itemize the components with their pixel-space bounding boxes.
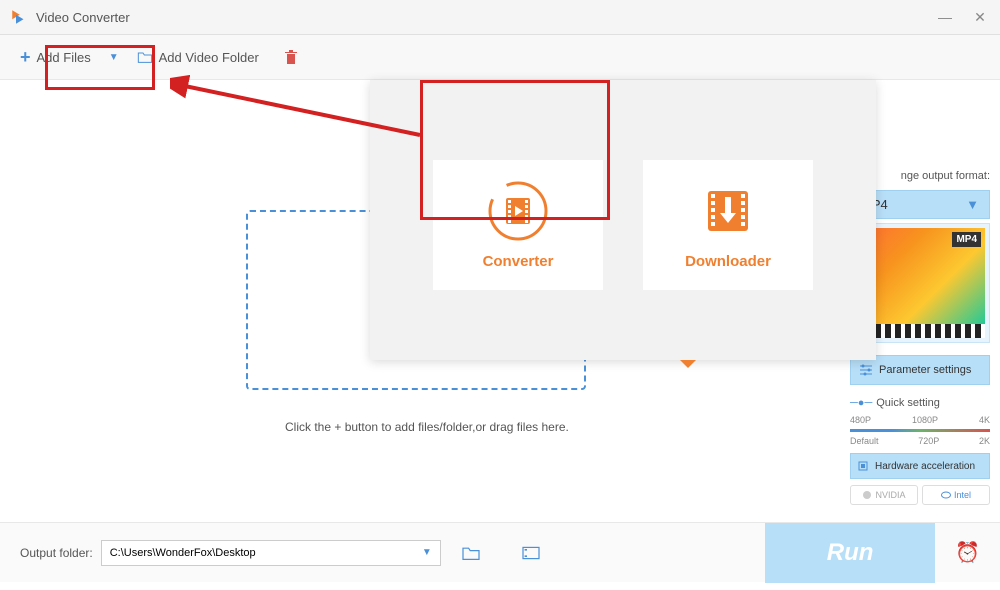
converter-icon (488, 181, 548, 241)
window-controls: — ✕ (935, 7, 990, 27)
nvidia-icon (862, 490, 872, 500)
gpu-row: NVIDIA Intel (850, 485, 990, 505)
quick-setting-label: Quick setting (876, 397, 940, 409)
chevron-down-icon: ▼ (422, 547, 432, 558)
module-picker-overlay: Converter Downloader (370, 80, 876, 360)
open-folder-icon[interactable] (461, 545, 481, 561)
app-title: Video Converter (36, 10, 130, 25)
quick-dot-icon: ─●─ (850, 397, 872, 409)
overlay-pointer-icon (680, 360, 696, 368)
hw-accel-button[interactable]: Hardware acceleration (850, 453, 990, 479)
preview-badge: MP4 (952, 232, 981, 247)
close-button[interactable]: ✕ (970, 7, 990, 27)
run-label: Run (827, 539, 874, 567)
minimize-button[interactable]: — (935, 7, 955, 27)
res-2k: 2K (979, 436, 990, 446)
bottom-bar: Output folder: C:\Users\WonderFox\Deskto… (0, 522, 1000, 582)
main-area: + Click the + button to add files/folder… (0, 80, 1000, 520)
converter-label: Converter (483, 253, 554, 270)
nvidia-label: NVIDIA (875, 490, 905, 500)
res-480p: 480P (850, 415, 871, 425)
add-files-button[interactable]: + Add Files (10, 41, 101, 74)
add-folder-button[interactable]: Add Video Folder (127, 44, 269, 71)
intel-label: Intel (954, 490, 971, 500)
quick-setting-section: ─●─ Quick setting 480P 1080P 4K Default … (850, 397, 990, 445)
chevron-down-icon: ▼ (966, 197, 979, 212)
chip-icon (857, 460, 869, 472)
output-path-value: C:\Users\WonderFox\Desktop (110, 547, 256, 559)
downloader-icon (698, 181, 758, 241)
toolbar: + Add Files ▼ Add Video Folder (0, 35, 1000, 80)
res-720p: 720P (918, 436, 939, 446)
nvidia-button[interactable]: NVIDIA (850, 485, 918, 505)
add-files-dropdown[interactable]: ▼ (109, 52, 119, 63)
resolution-slider[interactable]: 480P 1080P 4K Default 720P 2K (850, 415, 990, 445)
run-button[interactable]: Run (765, 523, 935, 583)
schedule-icon[interactable]: ⏰ (955, 540, 980, 565)
sliders-icon (859, 364, 873, 376)
add-folder-label: Add Video Folder (159, 50, 259, 65)
res-4k: 4K (979, 415, 990, 425)
res-default: Default (850, 436, 879, 446)
film-folder-icon[interactable] (521, 545, 541, 561)
converter-card[interactable]: Converter (433, 160, 603, 290)
app-logo-icon (10, 8, 28, 26)
downloader-card[interactable]: Downloader (643, 160, 813, 290)
dropzone-hint: Click the + button to add files/folder,o… (285, 420, 569, 434)
param-settings-label: Parameter settings (879, 364, 971, 376)
folder-icon (137, 50, 153, 64)
titlebar: Video Converter — ✕ (0, 0, 1000, 35)
intel-icon (941, 490, 951, 500)
res-1080p: 1080P (912, 415, 938, 425)
downloader-label: Downloader (685, 253, 771, 270)
intel-button[interactable]: Intel (922, 485, 990, 505)
hw-accel-label: Hardware acceleration (875, 461, 975, 472)
add-files-label: Add Files (37, 50, 91, 65)
plus-icon: + (20, 47, 31, 68)
output-folder-input[interactable]: C:\Users\WonderFox\Desktop ▼ (101, 540, 441, 566)
slider-track (850, 429, 990, 432)
output-folder-label: Output folder: (20, 546, 93, 560)
trash-icon[interactable] (284, 49, 298, 65)
